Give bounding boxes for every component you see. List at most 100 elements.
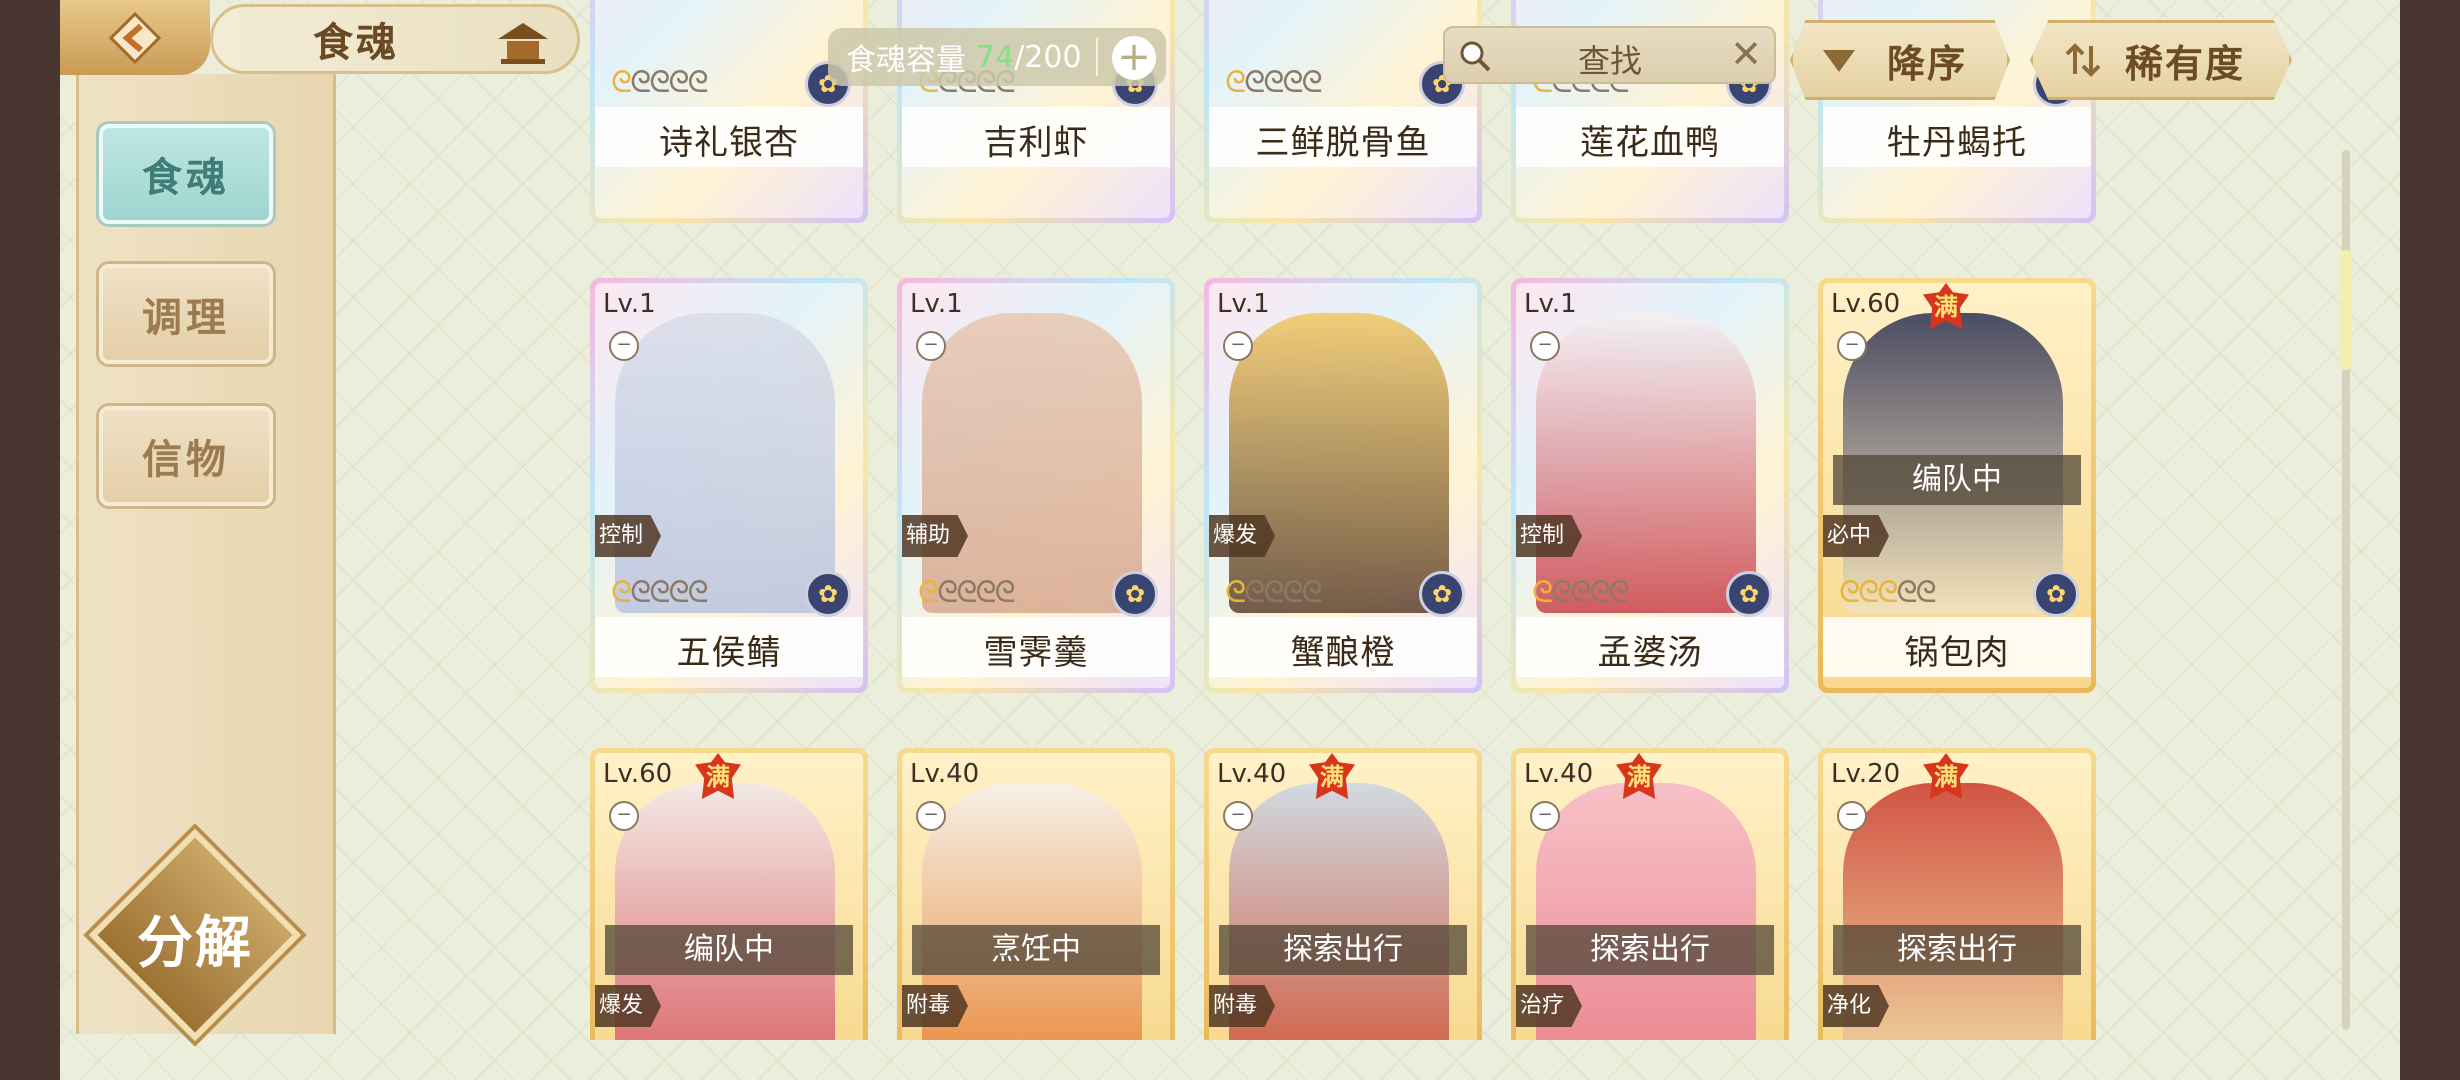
page-title: 食魂 [313,20,399,66]
card-face: Lv.20− 满探索出行 净化 [1823,753,2091,1040]
card-face: Lv.1− 控制 ᘓᘓᘓᘓᘓ ✿ 孟婆汤 [1516,283,1784,688]
rarity-filter-button[interactable]: 稀有度 [2030,20,2292,100]
rarity-star-icon: ᘓ [956,575,977,610]
element-emblem-icon: ✿ [1419,571,1465,617]
card-name: 锅包肉 [1904,633,2010,673]
rarity-star-icon: ᘓ [1608,575,1630,610]
capacity-divider [1095,38,1098,76]
level-label: Lv.1 [910,289,963,319]
food-soul-card[interactable]: Lv.40− 满探索出行 治疗 [1511,748,1789,1040]
role-tag: 控制 [1516,515,1582,557]
food-soul-card[interactable]: Lv.1 − 爆发 ᘓᘓᘓᘓᘓ ✿ 蟹酿橙 [1204,278,1482,693]
rarity-star-icon: ᘓ [1263,575,1284,610]
rarity-star-icon: ᘓ [1896,575,1917,610]
food-soul-card[interactable]: Lv.40− 满探索出行 附毒 [1204,748,1482,1040]
card-name: 孟婆汤 [1597,633,1703,673]
capacity-label: 食魂容量 [846,43,966,78]
lock-icon[interactable]: − [1837,331,1867,361]
element-emblem-icon: ✿ [2033,571,2079,617]
back-button[interactable] [60,0,210,75]
rarity-stars: ᘓᘓᘓᘓᘓ [611,575,709,610]
scrollbar-thumb[interactable] [2340,250,2352,370]
element-emblem-icon: ✿ [805,571,851,617]
role-tag: 净化 [1823,985,1889,1027]
food-soul-card[interactable]: Lv.1− 控制 ᘓᘓᘓᘓᘓ ✿ 孟婆汤 [1511,278,1789,693]
card-face: Lv.40− 满探索出行 附毒 [1209,753,1477,1040]
sort-order-button[interactable]: 降序 [1790,20,2010,100]
character-portrait [1536,313,1756,613]
lock-icon[interactable]: − [1530,801,1560,831]
role-tag: 治疗 [1516,985,1582,1027]
decompose-label: 分解 [137,911,253,976]
card-name: 牡丹蝎托 [1887,123,2027,163]
rarity-star-icon: ᘓ [937,575,958,610]
role-tag: 控制 [595,515,661,557]
status-banner: 探索出行 [1833,925,2081,975]
card-face: Lv.1− 控制 ᘓᘓᘓᘓᘓ ✿ 五侯鲭 [595,283,863,688]
lock-icon[interactable]: − [609,331,639,361]
card-face: Lv.40− 满探索出行 治疗 [1516,753,1784,1040]
food-soul-card[interactable]: Lv.60− 满编队中 必中 ᘓᘓᘓᘓᘓ ✿ 锅包肉 [1818,278,2096,693]
game-screen: 食魂 调理 信物 分解 ᘓᘓᘓᘓᘓ✿诗礼银杏ᘓᘓᘓᘓᘓ✿吉利虾ᘓᘓᘓᘓᘓ✿三鲜脱… [60,0,2400,1080]
lock-icon[interactable]: − [1837,801,1867,831]
status-banner: 烹饪中 [912,925,1160,975]
rarity-star-icon: ᘓ [687,575,709,610]
card-name: 三鲜脱骨鱼 [1255,123,1431,163]
rarity-stars: ᘓᘓᘓᘓᘓ [1532,575,1630,610]
clear-icon[interactable]: ✕ [1730,32,1762,76]
role-tag: 爆发 [1209,515,1275,557]
level-label: Lv.40 [910,759,980,789]
role-tag: 必中 [1823,515,1889,557]
food-soul-card[interactable]: Lv.20− 满探索出行 净化 [1818,748,2096,1040]
card-name: 吉利虾 [983,123,1089,163]
rarity-star-icon: ᘓ [975,575,996,610]
rarity-star-icon: ᘓ [1915,575,1937,610]
level-label: Lv.60 [1831,289,1901,319]
rarity-filter-label: 稀有度 [2125,41,2246,86]
card-name: 蟹酿橙 [1290,633,1396,673]
lock-icon[interactable]: − [1223,331,1253,361]
food-soul-card[interactable]: Lv.40 − 烹饪中 附毒 [897,748,1175,1040]
food-soul-card[interactable]: Lv.1− 控制 ᘓᘓᘓᘓᘓ ✿ 五侯鲭 [590,278,868,693]
card-name: 诗礼银杏 [659,123,799,163]
title-tab: 食魂 [210,4,580,74]
rarity-star-icon: ᘓ [1858,575,1879,610]
lock-icon[interactable]: − [916,331,946,361]
rarity-stars: ᘓᘓᘓᘓᘓ [1839,575,1937,610]
lock-icon[interactable]: − [1530,331,1560,361]
rarity-stars: ᘓᘓᘓᘓᘓ [1225,575,1323,610]
level-label: Lv.1 [1217,289,1270,319]
search-box[interactable]: 查找 ✕ [1443,26,1776,84]
rarity-star-icon: ᘓ [630,575,651,610]
lock-icon[interactable]: − [1223,801,1253,831]
rarity-star-icon: ᘓ [1301,575,1323,610]
food-soul-card[interactable]: Lv.60− 满编队中 爆发 [590,748,868,1040]
lock-icon[interactable]: − [609,801,639,831]
rarity-star-icon: ᘓ [918,575,939,610]
card-name: 莲花血鸭 [1580,123,1720,163]
level-label: Lv.60 [603,759,673,789]
capacity-total: /200 [1014,39,1082,75]
character-portrait [615,313,835,613]
food-soul-card[interactable]: Lv.1− 辅助 ᘓᘓᘓᘓᘓ ✿ 雪霁羹 [897,278,1175,693]
card-face: Lv.1− 辅助 ᘓᘓᘓᘓᘓ ✿ 雪霁羹 [902,283,1170,688]
rarity-star-icon: ᘓ [1570,575,1591,610]
sidebar-item-cooking[interactable]: 调理 [99,264,273,364]
sidebar-item-tokens[interactable]: 信物 [99,406,273,506]
capacity-add-button[interactable]: + [1112,36,1156,80]
sidebar-item-food-souls[interactable]: 食魂 [99,124,273,224]
level-label: Lv.1 [1524,289,1577,319]
lock-icon[interactable]: − [916,801,946,831]
card-name: 雪霁羹 [983,633,1089,673]
rarity-star-icon: ᘓ [649,575,670,610]
search-icon [1460,41,1491,72]
swap-icon [2065,43,2101,77]
role-tag: 爆发 [595,985,661,1027]
search-input[interactable]: 查找 [1535,36,1685,82]
status-banner: 编队中 [605,925,853,975]
rarity-star-icon: ᘓ [1225,575,1246,610]
capacity-display: 食魂容量 74 /200 + [828,28,1166,86]
sort-order-label: 降序 [1887,41,1968,86]
pavilion-icon[interactable] [493,17,553,67]
card-name: 五侯鲭 [676,633,782,673]
